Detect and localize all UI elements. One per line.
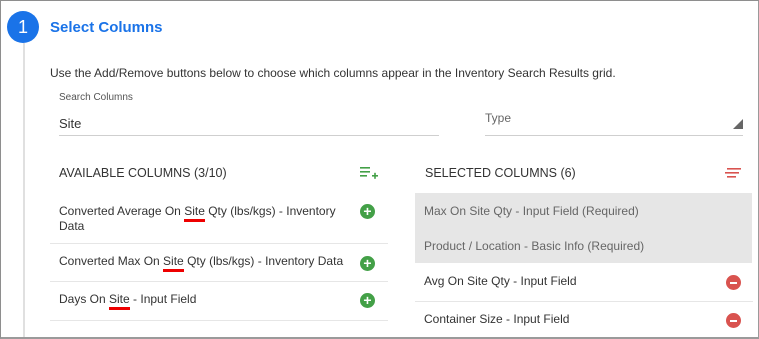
remove-all-icon[interactable] [725, 167, 741, 179]
required-columns-group: Max On Site Qty - Input Field (Required)… [415, 193, 752, 263]
available-column-item[interactable]: Converted Max On Site Qty (lbs/kgs) - In… [50, 244, 388, 282]
dropdown-arrow-icon [733, 119, 743, 129]
column-name-text: Converted Max On [59, 254, 164, 268]
column-name-text: Converted Average On [59, 204, 185, 218]
selected-column-item[interactable]: Avg On Site Qty - Input Field [415, 264, 753, 302]
step-connector-line [23, 43, 25, 337]
search-columns-label: Search Columns [59, 92, 133, 103]
column-name-text: Days On [59, 292, 110, 306]
column-name-text: Qty (lbs/kgs) - Inventory [204, 204, 336, 218]
section-description: Use the Add/Remove buttons below to choo… [50, 66, 616, 80]
search-match-highlight: Site [163, 254, 184, 268]
add-all-icon[interactable] [360, 166, 378, 180]
remove-column-button[interactable] [726, 313, 741, 328]
column-name-text: Qty (lbs/kgs) - Inventory Data [183, 254, 344, 268]
available-columns-heading: AVAILABLE COLUMNS (3/10) [59, 166, 227, 180]
selected-columns-heading: SELECTED COLUMNS (6) [425, 166, 576, 180]
column-name-text: Avg On Site Qty - Input Field [424, 274, 577, 288]
column-name-text: Data [59, 219, 85, 233]
column-name-text: - Input Field [129, 292, 197, 306]
type-select-placeholder: Type [485, 111, 512, 125]
select-columns-panel: 1 Select Columns Use the Add/Remove butt… [0, 0, 759, 339]
add-column-button[interactable]: + [360, 293, 375, 308]
add-column-button[interactable]: + [360, 204, 375, 219]
column-name-text: Container Size - Input Field [424, 312, 570, 326]
section-title: Select Columns [50, 19, 163, 36]
required-column-item: Max On Site Qty - Input Field (Required) [424, 204, 639, 218]
required-column-item: Product / Location - Basic Info (Require… [424, 239, 645, 253]
remove-column-button[interactable] [726, 275, 741, 290]
available-column-item[interactable]: Days On Site - Input Field + [50, 282, 388, 321]
type-select[interactable]: Type [485, 107, 743, 136]
add-column-button[interactable]: + [360, 256, 375, 271]
step-number-badge: 1 [7, 11, 39, 43]
selected-column-item[interactable]: Container Size - Input Field [415, 302, 753, 337]
available-column-item[interactable]: Converted Average On Site Qty (lbs/kgs) … [50, 193, 388, 244]
search-columns-input[interactable] [59, 111, 439, 136]
search-match-highlight: Site [109, 292, 130, 306]
search-match-highlight: Site [184, 204, 205, 218]
